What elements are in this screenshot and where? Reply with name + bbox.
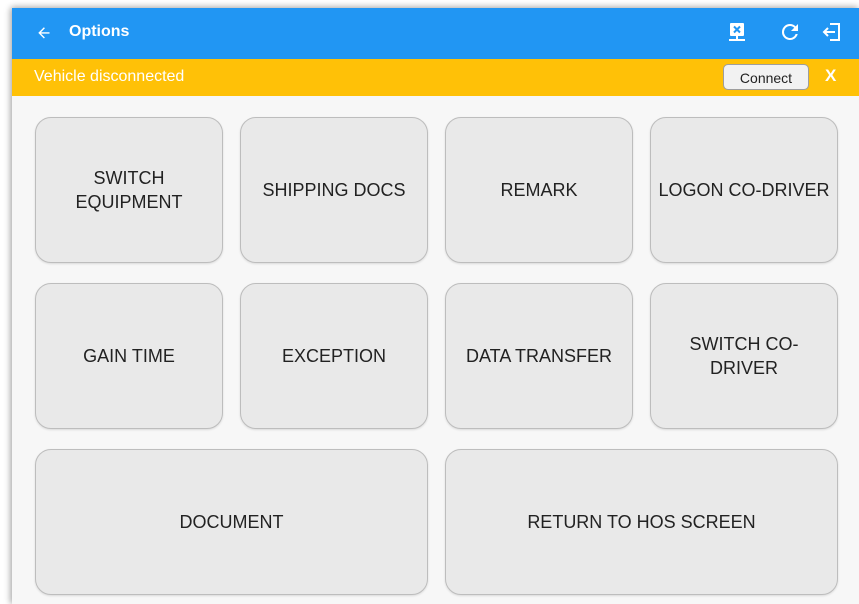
remark-button[interactable]: REMARK (445, 117, 633, 263)
top-app-bar: Options (12, 8, 859, 59)
shipping-docs-button[interactable]: SHIPPING DOCS (240, 117, 428, 263)
logout-icon[interactable] (820, 20, 844, 44)
vehicle-status-text: Vehicle disconnected (34, 68, 185, 85)
data-transfer-button[interactable]: DATA TRANSFER (445, 283, 633, 429)
document-button[interactable]: DOCUMENT (35, 449, 428, 595)
connection-status-banner: Vehicle disconnected Connect X (12, 59, 859, 96)
exception-button[interactable]: EXCEPTION (240, 283, 428, 429)
gain-time-button[interactable]: GAIN TIME (35, 283, 223, 429)
switch-co-driver-button[interactable]: SWITCH CO-DRIVER (650, 283, 838, 429)
connect-button[interactable]: Connect (723, 64, 809, 90)
dismiss-banner-button[interactable]: X (825, 66, 836, 86)
app-window: Options Vehicle disconnected Connect X S… (12, 8, 859, 604)
disconnected-device-icon[interactable] (725, 20, 749, 44)
back-arrow-icon[interactable] (32, 21, 56, 45)
return-to-hos-screen-button[interactable]: RETURN TO HOS SCREEN (445, 449, 838, 595)
switch-equipment-button[interactable]: SWITCH EQUIPMENT (35, 117, 223, 263)
refresh-icon[interactable] (778, 20, 802, 44)
page-title: Options (69, 23, 130, 40)
logon-co-driver-button[interactable]: LOGON CO-DRIVER (650, 117, 838, 263)
